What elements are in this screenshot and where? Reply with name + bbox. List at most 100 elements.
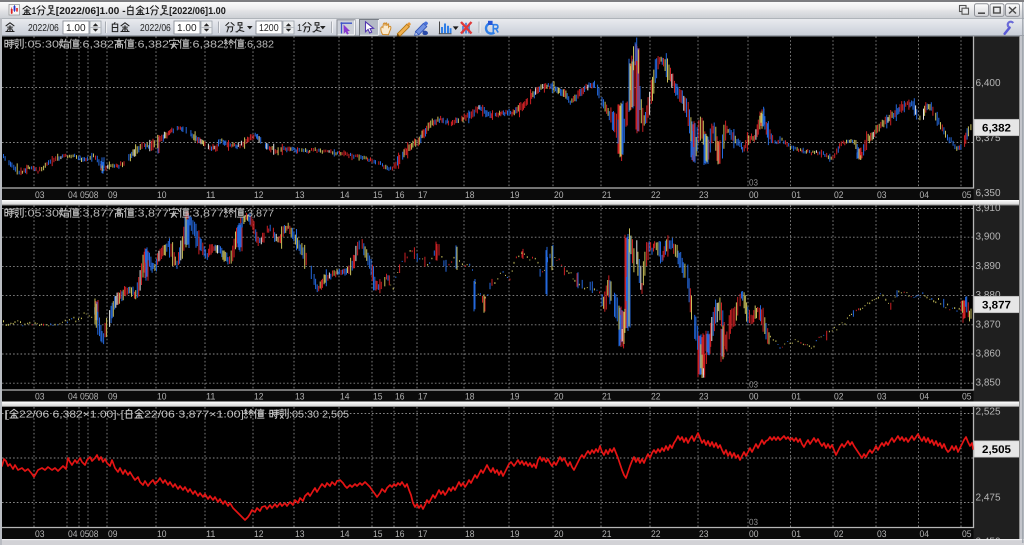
svg-text::3,877: :3,877 <box>134 209 170 220</box>
svg-text:14: 14 <box>340 392 350 403</box>
svg-text:23: 23 <box>699 392 709 403</box>
svg-text:13: 13 <box>295 392 305 403</box>
svg-text:02: 02 <box>834 392 844 403</box>
svg-text:04: 04 <box>920 190 930 201</box>
svg-text:09: 09 <box>108 190 118 201</box>
svg-text:1: 1 <box>32 6 37 17</box>
svg-text:22: 22 <box>651 190 661 201</box>
svg-text:12: 12 <box>254 529 264 540</box>
svg-text:20: 20 <box>554 190 564 201</box>
svg-text:08: 08 <box>89 529 99 540</box>
svg-text:12: 12 <box>254 392 264 403</box>
svg-text:3,910: 3,910 <box>976 203 1001 214</box>
svg-text:05: 05 <box>962 190 972 201</box>
svg-text:03: 03 <box>749 517 758 527</box>
svg-text:00: 00 <box>749 392 759 403</box>
svg-text:13: 13 <box>295 529 305 540</box>
svg-text:21: 21 <box>602 190 612 201</box>
svg-text::3,877: :3,877 <box>189 209 225 220</box>
svg-text:12: 12 <box>254 190 264 201</box>
svg-text::05:30 2,505: :05:30 2,505 <box>289 410 349 421</box>
svg-text:03: 03 <box>749 178 758 188</box>
svg-text:11: 11 <box>206 529 216 540</box>
svg-text:22/06 3,877×1.00]: 22/06 3,877×1.00] <box>144 410 244 421</box>
svg-text:02: 02 <box>834 529 844 540</box>
svg-text::05:30: :05:30 <box>24 209 60 220</box>
svg-text:22/06 6,382×1.00]-[: 22/06 6,382×1.00]-[ <box>19 410 124 421</box>
svg-text::6,382: :6,382 <box>244 40 274 51</box>
svg-text:3,900: 3,900 <box>976 232 1001 243</box>
svg-text:01: 01 <box>792 392 802 403</box>
svg-text:21: 21 <box>602 529 612 540</box>
svg-text:[2022/06]1.00: [2022/06]1.00 <box>169 6 226 17</box>
svg-text:05: 05 <box>962 392 972 403</box>
svg-text:20: 20 <box>554 529 564 540</box>
svg-text:03: 03 <box>877 392 887 403</box>
svg-text:[: [ <box>4 410 9 421</box>
svg-text:19: 19 <box>510 190 520 201</box>
svg-text:18: 18 <box>465 392 475 403</box>
svg-text:09: 09 <box>108 392 118 403</box>
svg-text::6,382: :6,382 <box>79 40 115 51</box>
svg-text:00: 00 <box>749 190 759 201</box>
svg-text::3,877: :3,877 <box>79 209 115 220</box>
svg-text:19: 19 <box>510 392 520 403</box>
svg-text:16: 16 <box>395 529 405 540</box>
svg-text:1.00: 1.00 <box>66 23 86 34</box>
svg-text::6,382: :6,382 <box>189 40 225 51</box>
svg-text:6,382: 6,382 <box>982 122 1011 134</box>
svg-text:10: 10 <box>157 392 167 403</box>
svg-text:08: 08 <box>89 190 99 201</box>
svg-text:3,890: 3,890 <box>976 261 1001 272</box>
svg-text:21: 21 <box>602 392 612 403</box>
svg-text:23: 23 <box>699 529 709 540</box>
svg-text:02: 02 <box>834 190 844 201</box>
svg-text:2022/06: 2022/06 <box>28 23 59 34</box>
svg-text:01: 01 <box>792 190 802 201</box>
svg-text:1: 1 <box>145 6 150 17</box>
svg-text:17: 17 <box>418 392 428 403</box>
svg-text:15: 15 <box>373 529 383 540</box>
svg-text:09: 09 <box>108 529 118 540</box>
svg-text:16: 16 <box>395 392 405 403</box>
svg-text:18: 18 <box>465 190 475 201</box>
svg-text:00: 00 <box>749 529 759 540</box>
svg-text:18: 18 <box>465 529 475 540</box>
svg-text:20: 20 <box>554 392 564 403</box>
svg-text:01: 01 <box>792 529 802 540</box>
svg-text:6,400: 6,400 <box>976 78 1001 89</box>
svg-text:2,475: 2,475 <box>976 493 1001 504</box>
svg-text:23: 23 <box>699 190 709 201</box>
svg-text:05: 05 <box>962 529 972 540</box>
svg-text:13: 13 <box>295 190 305 201</box>
svg-text:03: 03 <box>35 392 45 403</box>
svg-text:04: 04 <box>920 392 930 403</box>
svg-text:1: 1 <box>297 23 302 34</box>
svg-text:6,350: 6,350 <box>976 188 1001 199</box>
svg-text:3,877: 3,877 <box>982 299 1011 311</box>
svg-text:15: 15 <box>373 392 383 403</box>
svg-text:03: 03 <box>35 529 45 540</box>
svg-text:22: 22 <box>651 529 661 540</box>
svg-text:17: 17 <box>418 529 428 540</box>
svg-text:04: 04 <box>920 529 930 540</box>
svg-text::3,877: :3,877 <box>244 209 274 220</box>
svg-text:3,870: 3,870 <box>976 319 1001 330</box>
svg-text::6,382: :6,382 <box>134 40 170 51</box>
svg-text:14: 14 <box>340 529 350 540</box>
svg-text:2022/06: 2022/06 <box>140 23 171 34</box>
svg-text:10: 10 <box>157 190 167 201</box>
svg-text:08: 08 <box>89 392 99 403</box>
svg-text:1.00: 1.00 <box>177 23 197 34</box>
svg-text:17: 17 <box>418 190 428 201</box>
svg-text:2,525: 2,525 <box>976 407 1001 418</box>
svg-text:11: 11 <box>206 190 216 201</box>
svg-text:[2022/06]1.00 -: [2022/06]1.00 - <box>56 6 126 17</box>
svg-text:10: 10 <box>157 529 167 540</box>
svg-text:22: 22 <box>651 392 661 403</box>
svg-text:16: 16 <box>395 190 405 201</box>
svg-text:03: 03 <box>35 190 45 201</box>
svg-text:03: 03 <box>877 190 887 201</box>
svg-text:15: 15 <box>373 190 383 201</box>
svg-text:04: 04 <box>68 190 78 201</box>
